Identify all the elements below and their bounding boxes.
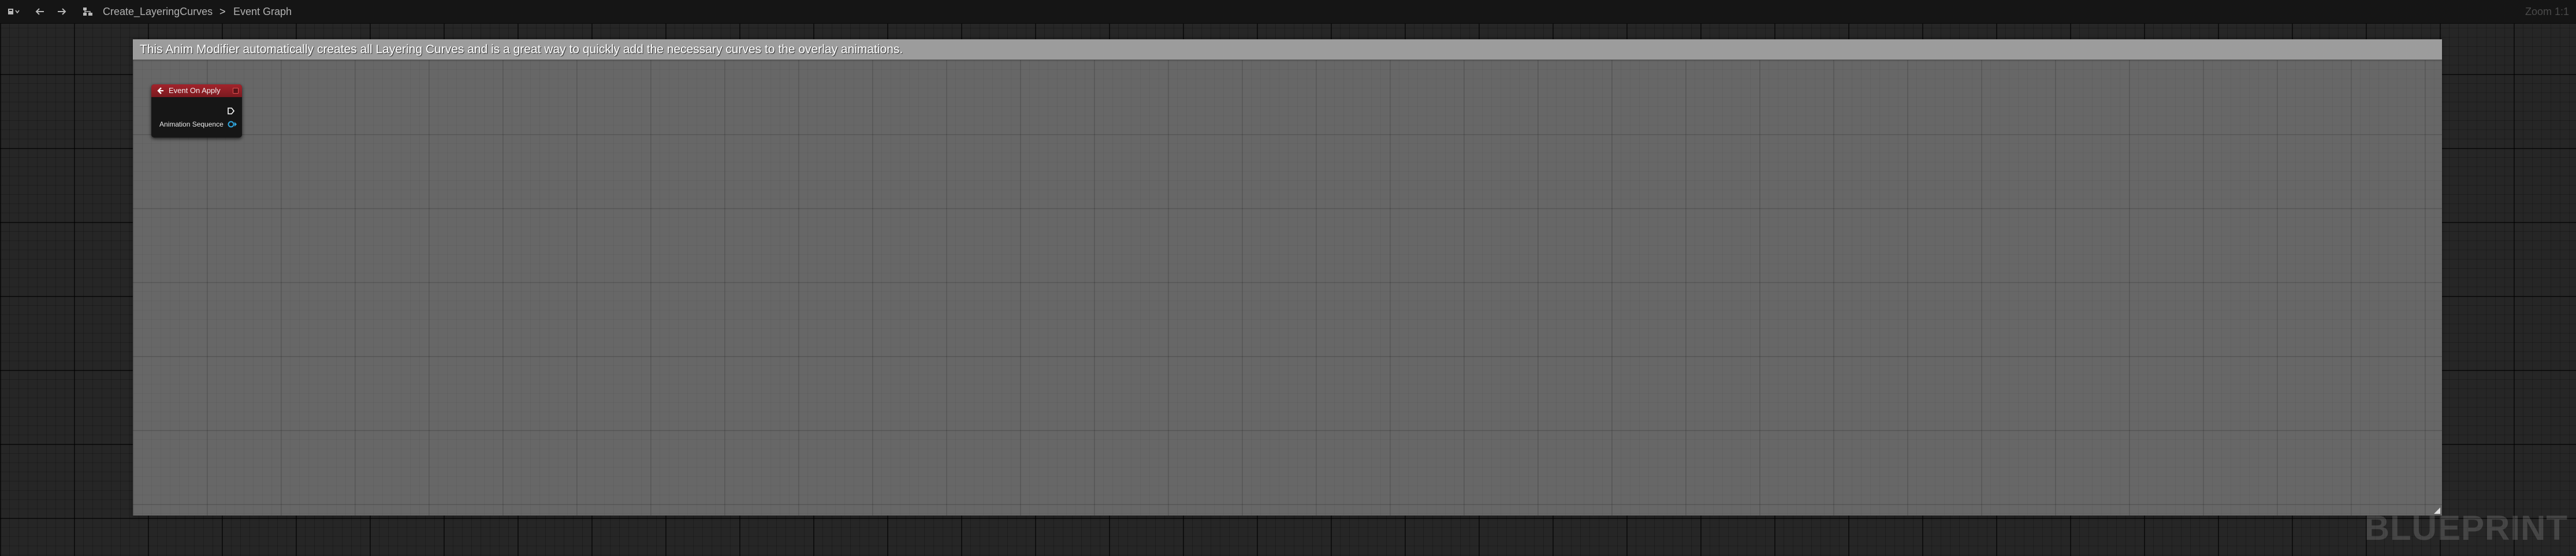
event-node[interactable]: Event On Apply Animation Sequence xyxy=(151,84,242,138)
comment-box[interactable]: This Anim Modifier automatically creates… xyxy=(133,39,2442,516)
graph-tree-icon xyxy=(83,7,93,16)
comment-body xyxy=(133,60,2442,516)
event-icon xyxy=(156,87,164,98)
zoom-level: Zoom 1:1 xyxy=(2525,6,2569,17)
node-title: Event On Apply xyxy=(169,86,221,95)
breadcrumb-graph[interactable]: Event Graph xyxy=(233,0,292,23)
blueprint-icon xyxy=(8,7,20,16)
object-output-pin[interactable] xyxy=(227,120,237,131)
blueprint-menu-button[interactable] xyxy=(3,0,24,23)
comment-text: This Anim Modifier automatically creates… xyxy=(140,43,903,56)
forward-button[interactable] xyxy=(53,0,70,23)
exec-output-pin[interactable] xyxy=(227,107,235,118)
output-pin-label: Animation Sequence xyxy=(159,120,224,128)
node-header: Event On Apply xyxy=(151,84,242,97)
arrow-left-icon xyxy=(35,7,45,16)
comment-header[interactable]: This Anim Modifier automatically creates… xyxy=(133,39,2442,60)
blueprint-watermark: BLUEPRINT xyxy=(2364,509,2568,547)
breadcrumb-asset[interactable]: Create_LayeringCurves xyxy=(103,0,213,23)
arrow-right-icon xyxy=(57,7,67,16)
graph-toolbar: Create_LayeringCurves > Event Graph Zoom… xyxy=(0,0,2576,24)
blueprint-editor: Create_LayeringCurves > Event Graph Zoom… xyxy=(0,0,2576,556)
delegate-pin[interactable] xyxy=(233,88,239,94)
back-button[interactable] xyxy=(31,0,49,23)
graph-tree-button[interactable] xyxy=(80,0,96,23)
breadcrumb-separator: > xyxy=(219,6,226,17)
